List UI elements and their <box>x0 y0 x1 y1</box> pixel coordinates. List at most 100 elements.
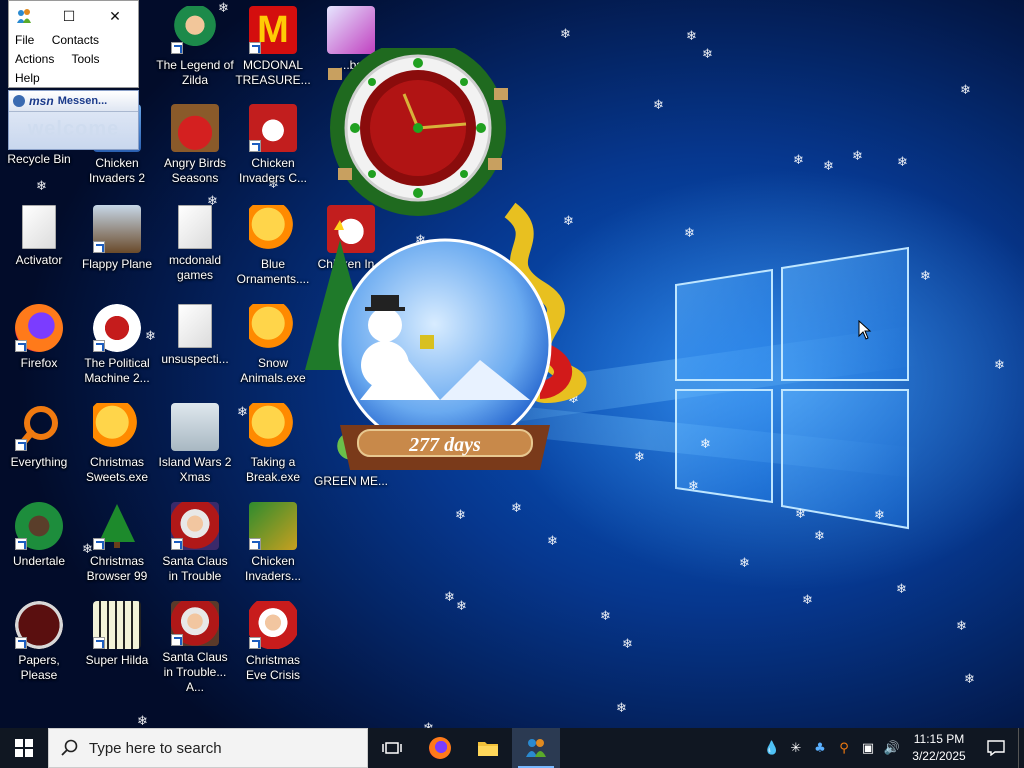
desktop-icon-chicken-invaders[interactable]: Chicken Invaders... <box>234 500 312 596</box>
taskbar-messenger[interactable] <box>512 728 560 768</box>
system-tray: 💧 ✳ ♣ ⚲ ▣ 🔊 11:15 PM 3/22/2025 <box>760 728 1024 768</box>
file-icon <box>178 304 212 348</box>
desktop-icon-label: Santa Claus in Trouble <box>162 554 228 583</box>
magnifier-icon: ⚲ <box>839 740 849 756</box>
task-view-button[interactable] <box>368 728 416 768</box>
tray-messenger[interactable]: ♣ <box>808 728 832 768</box>
messenger-window[interactable]: ☐ ✕ File Contacts Actions Tools Help <box>8 0 139 88</box>
shortcut-arrow-icon <box>15 439 27 451</box>
taskbar-firefox[interactable] <box>416 728 464 768</box>
desktop-icon-papers-please[interactable]: Papers, Please <box>0 599 78 695</box>
snowflake: ❄ <box>511 501 522 516</box>
christmas-clock-gadget[interactable] <box>318 48 518 223</box>
search-placeholder: Type here to search <box>89 739 222 757</box>
menu-actions[interactable]: Actions <box>15 52 54 66</box>
ornaments-icon <box>249 304 297 352</box>
taskbar-clock[interactable]: 11:15 PM 3/22/2025 <box>904 731 974 765</box>
magnifier-icon <box>15 403 63 451</box>
desktop-icon-label: Undertale <box>12 554 66 568</box>
santa-icon <box>249 601 297 649</box>
snowflake: ❄ <box>852 149 863 164</box>
desktop-icon-santa-claus-in-trouble[interactable]: Santa Claus in Trouble <box>156 500 234 596</box>
close-button[interactable]: ✕ <box>92 1 138 31</box>
desktop-icon-label: Recycle Bin <box>7 152 71 166</box>
maximize-button[interactable]: ☐ <box>46 1 92 31</box>
menu-contacts[interactable]: Contacts <box>52 33 99 47</box>
window-titlebar[interactable]: ☐ ✕ <box>9 1 138 31</box>
desktop-icon-angry-birds-seasons[interactable]: Angry Birds Seasons <box>156 102 234 198</box>
snowflake: ❄ <box>793 153 804 168</box>
file-icon <box>22 205 56 249</box>
shortcut-arrow-icon <box>249 140 261 152</box>
shortcut-arrow-icon <box>171 634 183 646</box>
desktop-icon-christmas-sweets[interactable]: Christmas Sweets.exe <box>78 401 156 497</box>
island-wars-icon <box>171 403 219 451</box>
desktop-icon-undertale[interactable]: Undertale <box>0 500 78 596</box>
desktop-icon-christmas-eve-crisis[interactable]: Christmas Eve Crisis <box>234 599 312 695</box>
snowflake: ❄ <box>686 29 697 44</box>
action-center-button[interactable] <box>974 728 1018 768</box>
desktop-icon-christmas-browser-99[interactable]: Christmas Browser 99 <box>78 500 156 596</box>
desktop-icon-label: Chicken Invaders C... <box>238 156 308 185</box>
snowflake: ❄ <box>814 529 825 544</box>
menu-help[interactable]: Help <box>15 71 40 85</box>
messenger-app-icon <box>17 9 31 23</box>
desktop-icon-legend-of-zilda[interactable]: The Legend of Zilda <box>156 4 234 100</box>
political-machine-icon <box>93 304 141 352</box>
snowflake: ❄ <box>960 83 971 98</box>
droplet-icon: 💧 <box>763 740 781 756</box>
desktop-icon-label: Chicken Invaders 2 <box>88 156 146 185</box>
flappy-plane-icon <box>93 205 141 253</box>
snowflake: ❄ <box>739 556 750 571</box>
tray-network[interactable]: ▣ <box>856 728 880 768</box>
menu-tools[interactable]: Tools <box>71 52 99 66</box>
search-icon <box>61 739 78 756</box>
zilda-icon <box>171 6 219 54</box>
msn-logo-icon <box>13 95 25 107</box>
desktop-icon-label: Super Hilda <box>85 653 149 667</box>
firefox-icon <box>15 304 63 352</box>
desktop-icon-island-wars-2[interactable]: Island Wars 2 Xmas <box>156 401 234 497</box>
desktop-icon-mcdonal-treasure[interactable]: M MCDONAL TREASURE... <box>234 4 312 100</box>
snow-globe-countdown-gadget[interactable]: 277 days <box>300 200 600 485</box>
tray-everything[interactable]: ⚲ <box>832 728 856 768</box>
messenger-tray-icon: ♣ <box>814 740 826 756</box>
tray-volume[interactable]: 🔊 <box>880 728 904 768</box>
desktop-icon-santa-claus-in-trouble-a[interactable]: Santa Claus in Trouble... A... <box>156 599 234 695</box>
desktop-icon-chicken-invaders-c[interactable]: Chicken Invaders C... <box>234 102 312 198</box>
taskbar-search-box[interactable]: Type here to search <box>48 728 368 768</box>
snowflake: ❄ <box>560 27 571 42</box>
desktop-icon-super-hilda[interactable]: Super Hilda <box>78 599 156 695</box>
menu-file[interactable]: File <box>15 33 34 47</box>
tray-snowflake[interactable]: ✳ <box>784 728 808 768</box>
desktop-icon-unsuspecti[interactable]: unsuspecti... <box>156 302 234 398</box>
shortcut-arrow-icon <box>93 340 105 352</box>
desktop-icon-everything[interactable]: Everything <box>0 401 78 497</box>
show-desktop-button[interactable] <box>1018 728 1024 768</box>
tray-droplet[interactable]: 💧 <box>760 728 784 768</box>
taskbar-file-explorer[interactable] <box>464 728 512 768</box>
desktop-icon-label: Christmas Sweets.exe <box>85 455 149 484</box>
snowflake: ❄ <box>455 508 466 523</box>
start-button[interactable] <box>0 728 48 768</box>
snowflake: ❄ <box>823 159 834 174</box>
desktop-icon-flappy-plane[interactable]: Flappy Plane <box>78 203 156 299</box>
desktop-icon-political-machine[interactable]: The Political Machine 2... <box>78 302 156 398</box>
messenger-icon <box>526 739 546 757</box>
santa-icon <box>171 502 219 550</box>
snowflake: ❄ <box>874 508 885 523</box>
papers-please-icon <box>15 601 63 649</box>
task-view-icon <box>382 742 402 754</box>
snowflake: ❄ <box>137 714 148 728</box>
desktop: ❄ ❄ ❄ ❄ ❄ ❄ ❄ ❄ ❄ ❄ ❄ ❄ ❄ ❄ ❄ ❄ ❄ ❄ ❄ ❄ … <box>0 0 1024 728</box>
desktop-icon-firefox[interactable]: Firefox <box>0 302 78 398</box>
desktop-icon-activator[interactable]: Activator <box>0 203 78 299</box>
network-icon: ▣ <box>861 740 875 756</box>
shortcut-arrow-icon <box>249 538 261 550</box>
desktop-icon-mcdonald-games[interactable]: mcdonald games <box>156 203 234 299</box>
snowflake: ❄ <box>653 98 664 113</box>
santa-icon <box>171 601 219 646</box>
shortcut-arrow-icon <box>15 538 27 550</box>
snowflake-icon: ✳ <box>790 740 802 756</box>
snowflake: ❄ <box>956 619 967 634</box>
